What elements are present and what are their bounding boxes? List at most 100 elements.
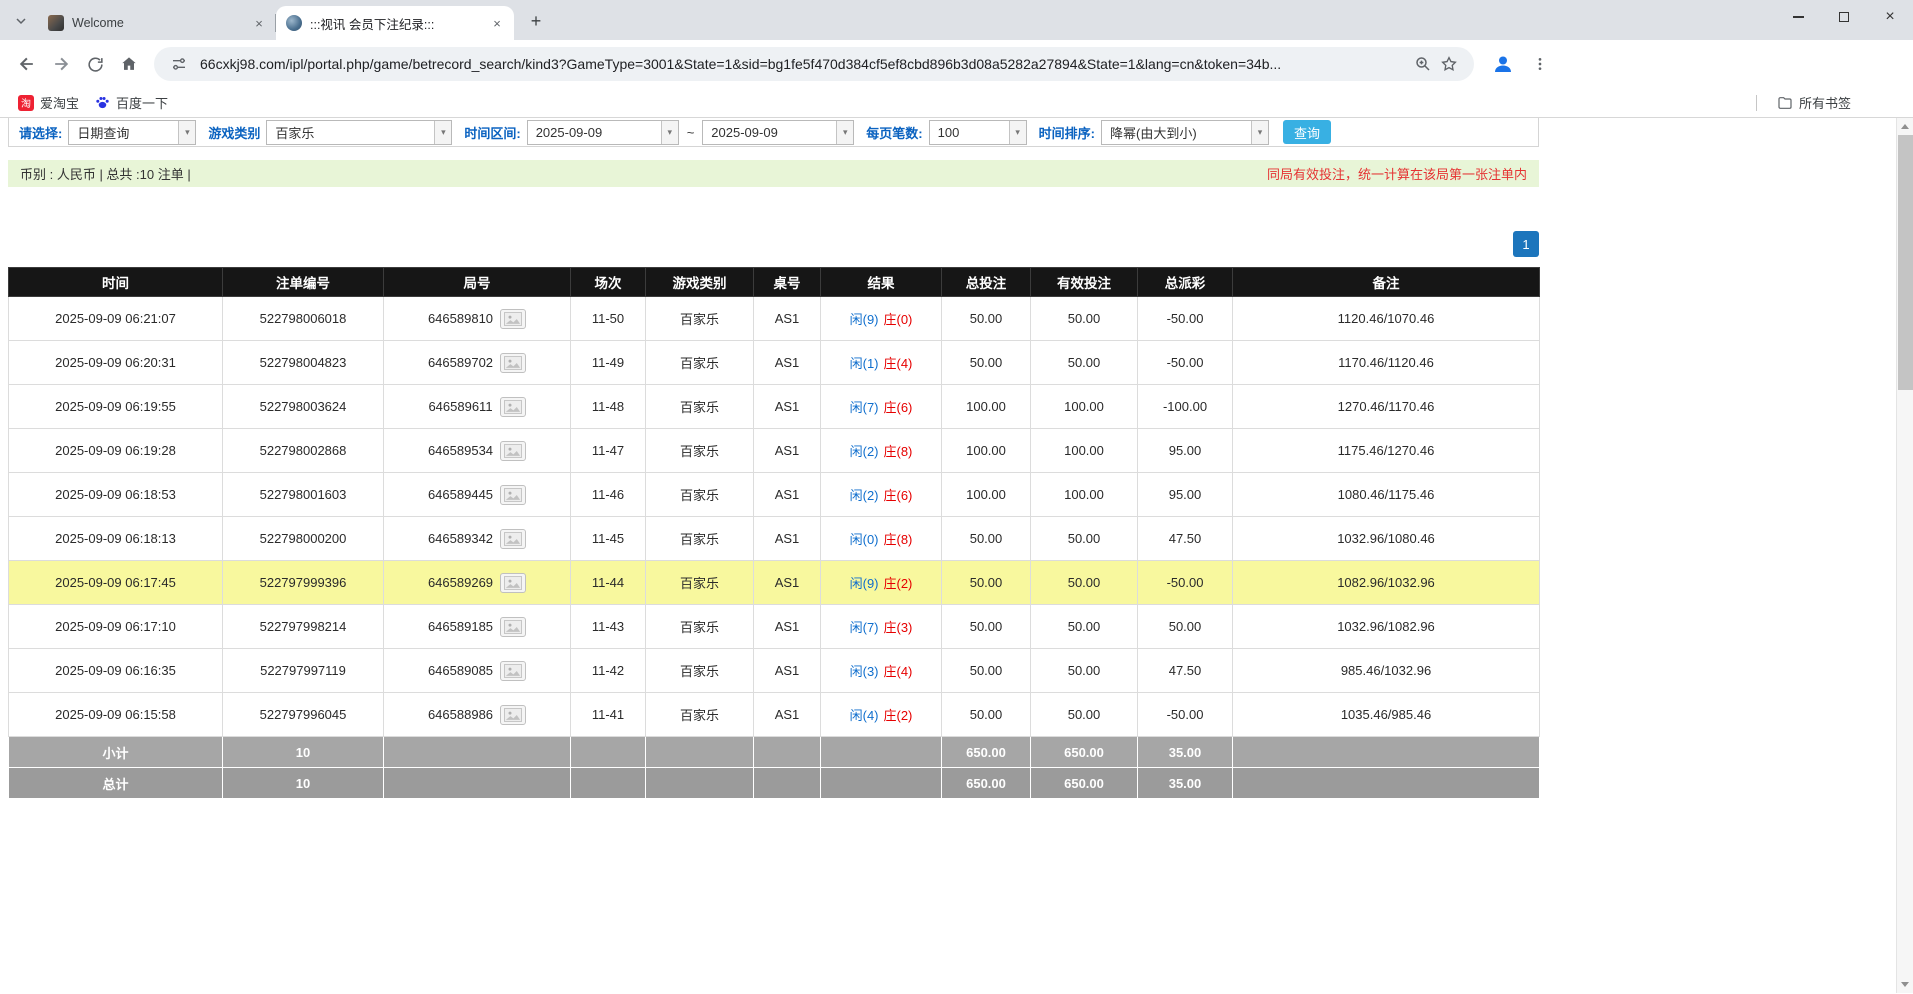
table-row: 2025-09-09 06:17:45 522797999396 6465892… bbox=[9, 561, 1540, 605]
chevron-down-icon[interactable]: ▾ bbox=[434, 121, 451, 144]
date-to-select[interactable]: 2025-09-09 ▾ bbox=[702, 120, 854, 145]
chevron-down-icon[interactable]: ▾ bbox=[836, 121, 853, 144]
cell-session: 11-45 bbox=[571, 517, 646, 561]
cell-note: 1032.96/1082.96 bbox=[1233, 605, 1540, 649]
result-image-icon[interactable] bbox=[500, 485, 526, 505]
cell-time: 2025-09-09 06:21:07 bbox=[9, 297, 223, 341]
cell-total-bet[interactable]: 50.00 bbox=[942, 341, 1031, 385]
scroll-up-arrow[interactable] bbox=[1897, 118, 1913, 135]
cell-note: 985.46/1032.96 bbox=[1233, 649, 1540, 693]
close-icon[interactable]: × bbox=[488, 14, 506, 32]
result-image-icon[interactable] bbox=[500, 661, 526, 681]
cell-result: 闲(1)庄(4) bbox=[821, 341, 942, 385]
vertical-scrollbar[interactable] bbox=[1896, 118, 1913, 993]
chevron-down-icon[interactable]: ▾ bbox=[1251, 121, 1268, 144]
tab-strip: Welcome × :::视讯 会员下注纪录::: × + × bbox=[0, 0, 1913, 40]
chevron-down-icon[interactable]: ▾ bbox=[1009, 121, 1026, 144]
cell-total-bet[interactable]: 50.00 bbox=[942, 693, 1031, 737]
header-time: 时间 bbox=[9, 268, 223, 297]
table-row: 2025-09-09 06:18:13 522798000200 6465893… bbox=[9, 517, 1540, 561]
cell-total-bet[interactable]: 50.00 bbox=[942, 561, 1031, 605]
game-type-select[interactable]: 百家乐 ▾ bbox=[266, 120, 452, 145]
cell-total-bet[interactable]: 100.00 bbox=[942, 385, 1031, 429]
close-icon: × bbox=[1885, 9, 1894, 25]
currency-summary-text: 币别 : 人民币 | 总共 :10 注单 | bbox=[20, 164, 191, 183]
close-icon[interactable]: × bbox=[250, 14, 268, 32]
result-image-icon[interactable] bbox=[500, 353, 526, 373]
taobao-icon: 淘 bbox=[18, 95, 34, 111]
result-image-icon[interactable] bbox=[500, 573, 526, 593]
result-player: 闲(3) bbox=[850, 664, 879, 679]
home-button[interactable] bbox=[112, 47, 146, 81]
new-tab-button[interactable]: + bbox=[522, 7, 550, 35]
chevron-down-icon[interactable]: ▾ bbox=[661, 121, 678, 144]
cell-valid-bet: 50.00 bbox=[1031, 561, 1138, 605]
browser-menu-icon[interactable] bbox=[1526, 50, 1554, 78]
chevron-down-icon[interactable] bbox=[8, 8, 34, 34]
address-bar[interactable]: 66cxkj98.com/ipl/portal.php/game/betreco… bbox=[154, 47, 1474, 81]
result-banker: 庄(0) bbox=[884, 312, 913, 327]
maximize-button[interactable] bbox=[1821, 0, 1867, 34]
tab-welcome[interactable]: Welcome × bbox=[38, 6, 276, 40]
window-controls: × bbox=[1775, 0, 1913, 34]
cell-total-bet[interactable]: 50.00 bbox=[942, 649, 1031, 693]
cell-session: 11-42 bbox=[571, 649, 646, 693]
cell-total-bet[interactable]: 50.00 bbox=[942, 517, 1031, 561]
sort-select[interactable]: 降幂(由大到小) ▾ bbox=[1101, 120, 1269, 145]
cell-time: 2025-09-09 06:19:28 bbox=[9, 429, 223, 473]
cell-note: 1082.96/1032.96 bbox=[1233, 561, 1540, 605]
date-from-select[interactable]: 2025-09-09 ▾ bbox=[527, 120, 679, 145]
cell-bet-no: 522798006018 bbox=[223, 297, 384, 341]
cell-note: 1170.46/1120.46 bbox=[1233, 341, 1540, 385]
cell-game-type: 百家乐 bbox=[646, 341, 754, 385]
bookmark-star-icon[interactable] bbox=[1436, 51, 1462, 77]
back-button[interactable] bbox=[10, 47, 44, 81]
bookmarks-right-group: 所有书签 bbox=[1756, 90, 1903, 115]
cell-total-bet[interactable]: 50.00 bbox=[942, 297, 1031, 341]
all-bookmarks-button[interactable]: 所有书签 bbox=[1769, 90, 1859, 115]
close-window-button[interactable]: × bbox=[1867, 0, 1913, 34]
per-page-label: 每页笔数: bbox=[866, 123, 922, 142]
site-info-icon[interactable] bbox=[166, 51, 192, 77]
table-row: 2025-09-09 06:16:35 522797997119 6465890… bbox=[9, 649, 1540, 693]
forward-button[interactable] bbox=[44, 47, 78, 81]
bookmark-aitaobao[interactable]: 淘 爱淘宝 bbox=[10, 90, 87, 115]
scroll-down-arrow[interactable] bbox=[1897, 976, 1913, 993]
result-image-icon[interactable] bbox=[500, 617, 526, 637]
subtotal-label: 小计 bbox=[9, 737, 223, 768]
cell-time: 2025-09-09 06:18:13 bbox=[9, 517, 223, 561]
result-image-icon[interactable] bbox=[500, 529, 526, 549]
bet-record-table: 时间 注单编号 局号 场次 游戏类别 桌号 结果 总投注 有效投注 总派彩 备注 bbox=[8, 267, 1540, 799]
cell-total-bet[interactable]: 50.00 bbox=[942, 605, 1031, 649]
reload-button[interactable] bbox=[78, 47, 112, 81]
cell-game-type: 百家乐 bbox=[646, 693, 754, 737]
result-image-icon[interactable] bbox=[500, 705, 526, 725]
all-bookmarks-label: 所有书签 bbox=[1799, 93, 1851, 112]
result-image-icon[interactable] bbox=[500, 397, 526, 417]
cell-session: 11-49 bbox=[571, 341, 646, 385]
cell-valid-bet: 50.00 bbox=[1031, 693, 1138, 737]
search-button[interactable]: 查询 bbox=[1283, 120, 1331, 144]
cell-payout: 50.00 bbox=[1138, 605, 1233, 649]
cell-table-no: AS1 bbox=[754, 605, 821, 649]
cell-bet-no: 522798003624 bbox=[223, 385, 384, 429]
result-player: 闲(0) bbox=[850, 532, 879, 547]
profile-avatar[interactable] bbox=[1488, 49, 1518, 79]
scrollbar-thumb[interactable] bbox=[1898, 135, 1913, 390]
bookmark-baidu[interactable]: 百度一下 bbox=[87, 90, 176, 115]
minimize-button[interactable] bbox=[1775, 0, 1821, 34]
zoom-icon[interactable] bbox=[1410, 51, 1436, 77]
cell-total-bet[interactable]: 100.00 bbox=[942, 473, 1031, 517]
query-type-select[interactable]: 日期查询 ▾ bbox=[68, 120, 196, 145]
tab-bet-record[interactable]: :::视讯 会员下注纪录::: × bbox=[276, 6, 514, 40]
cell-total-bet[interactable]: 100.00 bbox=[942, 429, 1031, 473]
result-image-icon[interactable] bbox=[500, 441, 526, 461]
cell-table-no: AS1 bbox=[754, 649, 821, 693]
cell-note: 1080.46/1175.46 bbox=[1233, 473, 1540, 517]
cell-table-no: AS1 bbox=[754, 561, 821, 605]
result-image-icon[interactable] bbox=[500, 309, 526, 329]
cell-session: 11-41 bbox=[571, 693, 646, 737]
chevron-down-icon[interactable]: ▾ bbox=[178, 121, 195, 144]
per-page-select[interactable]: 100 ▾ bbox=[929, 120, 1027, 145]
page-1-button[interactable]: 1 bbox=[1513, 231, 1539, 257]
